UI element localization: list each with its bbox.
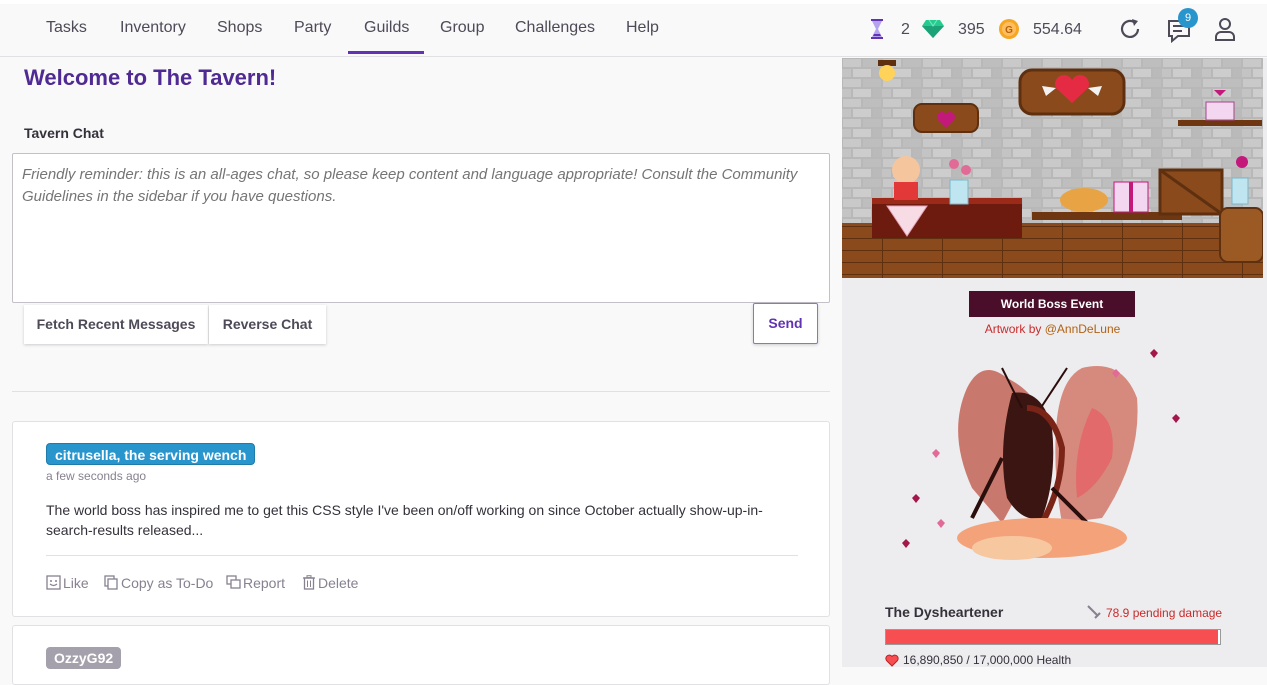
artist-link[interactable]: @AnnDeLune	[1045, 322, 1121, 336]
chat-input[interactable]	[12, 153, 830, 303]
chat-message: OzzyG92	[12, 625, 830, 685]
chat-message: citrusella, the serving wench a few seco…	[12, 421, 830, 617]
notification-badge: 9	[1178, 8, 1198, 28]
copy-as-todo-action[interactable]: Copy as To-Do	[104, 575, 213, 591]
world-boss-event-label: World Boss Event	[969, 291, 1135, 317]
sword-icon	[1087, 605, 1101, 619]
gem-icon	[922, 19, 944, 38]
copy-icon	[104, 575, 118, 590]
message-separator	[46, 555, 798, 556]
top-strip	[0, 0, 1267, 4]
nav-tasks[interactable]: Tasks	[46, 19, 87, 37]
world-boss-image	[902, 349, 1180, 560]
chat-section-label: Tavern Chat	[24, 125, 104, 141]
report-action[interactable]: Report	[226, 575, 285, 591]
top-navigation: Tasks Inventory Shops Party Guilds Group…	[0, 0, 1267, 57]
message-text: The world boss has inspired me to get th…	[46, 502, 763, 538]
svg-text:G: G	[1005, 25, 1013, 36]
active-tab-indicator	[348, 51, 424, 54]
pending-damage: 78.9 pending damage	[1086, 604, 1222, 620]
send-button[interactable]: Send	[753, 303, 818, 344]
nav-guilds[interactable]: Guilds	[364, 19, 409, 37]
like-icon	[46, 575, 61, 590]
hourglass-icon	[871, 19, 883, 39]
boss-health-fill	[886, 630, 1218, 644]
heart-icon	[885, 654, 899, 667]
nav-party[interactable]: Party	[294, 19, 331, 37]
hourglass-count: 2	[901, 21, 910, 38]
tavern-main: Welcome to The Tavern! Tavern Chat Fetch…	[0, 58, 842, 685]
nav-group[interactable]: Group	[440, 19, 484, 37]
boss-health: 16,890,850 / 17,000,000 Health	[885, 653, 1071, 667]
like-label: Like	[63, 575, 89, 591]
user-icon[interactable]	[1213, 17, 1237, 41]
tavern-scene-image	[842, 58, 1263, 278]
sync-icon[interactable]	[1118, 17, 1142, 41]
like-action[interactable]: Like	[46, 575, 89, 591]
gold-amount: 554.64	[1033, 21, 1082, 38]
pending-damage-text: 78.9 pending damage	[1106, 606, 1223, 620]
report-label: Report	[243, 575, 286, 591]
report-icon	[226, 575, 241, 589]
boss-health-text: 16,890,850 / 17,000,000 Health	[903, 653, 1072, 667]
message-author[interactable]: citrusella, the serving wench	[46, 443, 256, 465]
nav-shops[interactable]: Shops	[217, 19, 262, 37]
copy-label: Copy as To-Do	[121, 575, 214, 591]
artwork-prefix: Artwork by	[984, 322, 1045, 336]
gem-count: 395	[958, 21, 985, 38]
tavern-sidebar: World Boss Event Artwork by @AnnDeLune T…	[842, 58, 1267, 667]
fetch-recent-messages-button[interactable]: Fetch Recent Messages	[24, 305, 208, 344]
trash-icon	[303, 575, 315, 590]
artwork-credit: Artwork by @AnnDeLune	[842, 322, 1263, 336]
message-timestamp: a few seconds ago	[46, 469, 147, 483]
divider	[12, 391, 830, 392]
gold-coin-icon: G	[999, 19, 1019, 39]
nav-challenges[interactable]: Challenges	[515, 19, 595, 37]
boss-health-bar	[885, 629, 1221, 645]
reverse-chat-button[interactable]: Reverse Chat	[209, 305, 326, 344]
nav-help[interactable]: Help	[626, 19, 659, 37]
boss-name: The Dysheartener	[885, 604, 1004, 620]
delete-action[interactable]: Delete	[302, 575, 358, 591]
message-author[interactable]: OzzyG92	[46, 647, 122, 669]
page-title: Welcome to The Tavern!	[24, 65, 277, 90]
delete-label: Delete	[318, 575, 359, 591]
nav-inventory[interactable]: Inventory	[120, 19, 186, 37]
